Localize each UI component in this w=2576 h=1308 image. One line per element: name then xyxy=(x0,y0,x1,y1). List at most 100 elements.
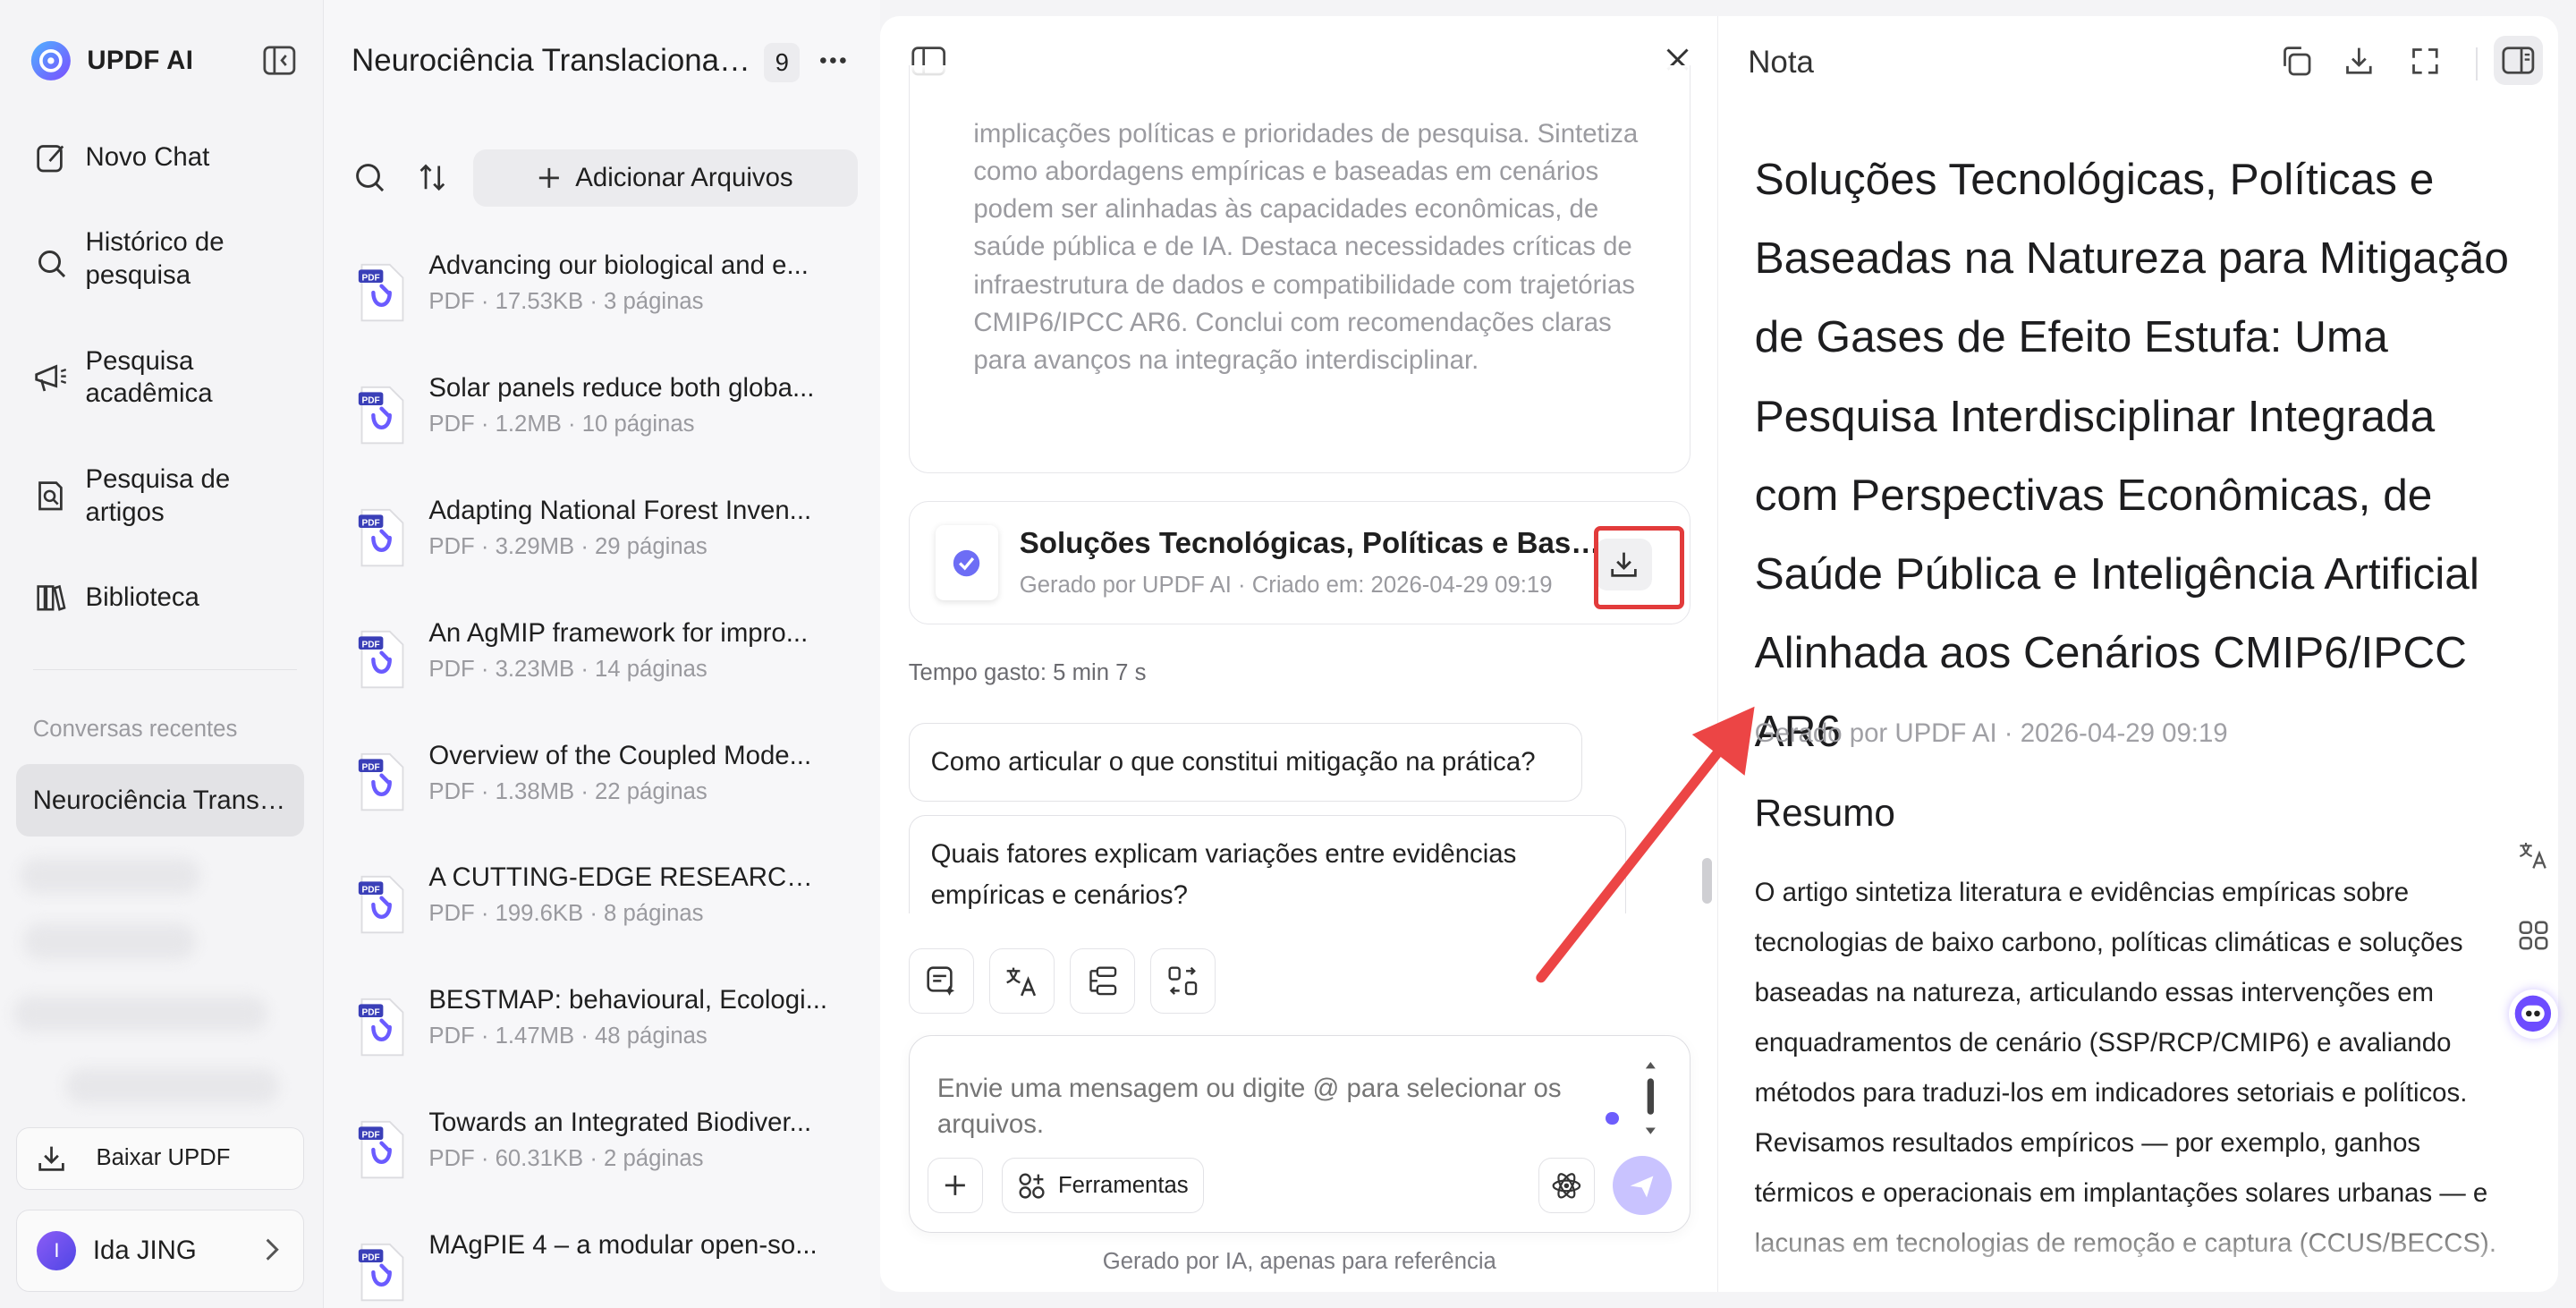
copy-icon[interactable] xyxy=(2280,45,2313,78)
download-icon[interactable] xyxy=(2343,45,2376,78)
toolbar-divider xyxy=(2475,47,2478,81)
pdf-file-icon: PDF xyxy=(357,875,406,934)
document-thumbnail xyxy=(936,524,998,601)
svg-text:PDF: PDF xyxy=(361,762,379,772)
message-input[interactable] xyxy=(936,1070,1628,1150)
brand[interactable]: UPDF AI xyxy=(30,39,193,82)
svg-text:PDF: PDF xyxy=(361,1253,379,1262)
user-account-button[interactable]: I Ida JING xyxy=(16,1209,304,1292)
note-section-heading: Resumo xyxy=(1754,792,1895,835)
add-files-button[interactable]: Adicionar Arquivos xyxy=(472,149,858,208)
svg-text:PDF: PDF xyxy=(361,395,379,405)
user-name: Ida JING xyxy=(92,1235,197,1265)
tools-button[interactable]: Ferramentas xyxy=(1001,1158,1205,1214)
file-meta: PDF · 1.38MB · 22 páginas xyxy=(428,778,708,804)
file-meta: PDF · 17.53KB · 3 páginas xyxy=(428,289,704,315)
send-icon xyxy=(1630,1176,1654,1198)
file-name: A CUTTING-EDGE RESEARCH O... xyxy=(428,862,832,893)
ai-assistant-float-button[interactable] xyxy=(2508,989,2558,1039)
generated-document-title: Soluções Tecnológicas, Políticas e Basea… xyxy=(1019,526,1608,560)
pdf-file-icon: PDF xyxy=(357,630,406,689)
sort-icon[interactable] xyxy=(416,161,449,194)
file-name: Towards an Integrated Biodiver... xyxy=(428,1108,812,1138)
file-list-item[interactable]: PDF Adapting National Forest Inven... PDF … xyxy=(357,495,850,593)
recent-conversation-blurred[interactable] xyxy=(65,1067,280,1105)
file-name: Overview of the Coupled Mode... xyxy=(428,740,812,770)
updf-logo-icon xyxy=(30,39,72,82)
note-meta: Gerado por UPDF AI · 2026-04-29 09:19 xyxy=(1754,718,2228,748)
file-list-item[interactable]: PDF Overview of the Coupled Mode... PDF · … xyxy=(357,740,850,838)
file-meta: PDF · 1.47MB · 48 páginas xyxy=(428,1023,708,1049)
recent-conversation-blurred[interactable] xyxy=(22,923,196,960)
file-list-item[interactable]: PDF BESTMAP: behavioural, Ecologi... PDF ·… xyxy=(357,984,850,1083)
recent-conversation-blurred[interactable] xyxy=(20,857,201,895)
files-count-badge: 9 xyxy=(764,42,801,82)
document-search-icon xyxy=(33,478,69,514)
recent-conversation-blurred[interactable] xyxy=(13,996,268,1032)
search-icon[interactable] xyxy=(353,161,386,194)
file-list-item[interactable]: PDF Towards an Integrated Biodiver... PDF … xyxy=(357,1107,850,1205)
summarize-tool-button[interactable] xyxy=(908,947,975,1015)
megaphone-icon xyxy=(33,360,69,395)
suggested-question[interactable]: Quais fatores explicam variações entre e… xyxy=(908,814,1627,914)
files-panel-title: Neurociência Translacional ... xyxy=(352,42,755,78)
fade-overlay xyxy=(1718,1199,2558,1292)
generated-document-card[interactable]: Soluções Tecnológicas, Políticas e Basea… xyxy=(908,501,1690,624)
compare-tool-button[interactable] xyxy=(1149,947,1216,1015)
nav-academic-search[interactable]: Pesquisa acadêmica xyxy=(33,345,312,411)
plus-icon xyxy=(538,166,561,190)
file-list-item[interactable]: PDF An AgMIP framework for impro... PDF · … xyxy=(357,617,850,716)
brand-name: UPDF AI xyxy=(87,45,194,75)
deep-thinking-button[interactable] xyxy=(1538,1158,1595,1214)
apps-float-button[interactable] xyxy=(2508,910,2558,960)
compare-icon xyxy=(1168,966,1198,996)
file-meta: PDF · 3.23MB · 14 páginas xyxy=(428,656,708,682)
svg-text:PDF: PDF xyxy=(361,641,379,650)
file-list-item[interactable]: PDF A CUTTING-EDGE RESEARCH O... PDF · 199… xyxy=(357,862,850,960)
svg-text:PDF: PDF xyxy=(361,1007,379,1017)
file-meta: PDF · 3.29MB · 29 páginas xyxy=(428,533,708,559)
attach-button[interactable] xyxy=(927,1158,984,1214)
sidebar-divider xyxy=(32,668,298,671)
summarize-icon xyxy=(927,966,955,997)
file-name: Advancing our biological and e... xyxy=(428,251,809,281)
nav-library[interactable]: Biblioteca xyxy=(33,582,312,616)
expand-icon[interactable] xyxy=(2409,45,2442,78)
file-name: MAgPIE 4 – a modular open-so... xyxy=(428,1229,818,1260)
outline-tool-button[interactable] xyxy=(1069,947,1136,1015)
file-name: An AgMIP framework for impro... xyxy=(428,617,809,648)
nav-article-search-label: Pesquisa de artigos xyxy=(85,463,231,527)
translate-float-button[interactable] xyxy=(2508,829,2558,879)
download-document-button[interactable] xyxy=(1596,538,1652,591)
atom-icon xyxy=(1552,1173,1581,1199)
file-list-item[interactable]: PDF Advancing our biological and e... PDF … xyxy=(357,250,850,348)
download-updf-button[interactable]: Baixar UPDF xyxy=(16,1126,304,1190)
file-meta: PDF · 1.2MB · 10 páginas xyxy=(428,412,695,437)
chat-scrollbar[interactable] xyxy=(1701,857,1712,905)
nav-new-chat[interactable]: Novo Chat xyxy=(33,141,312,176)
file-list-item[interactable]: PDF Solar panels reduce both globa... PDF … xyxy=(357,372,850,471)
translate-tool-button[interactable] xyxy=(988,947,1055,1015)
generated-document-meta: Gerado por UPDF AI · Criado em: 2026-04-… xyxy=(1019,573,1553,599)
send-button[interactable] xyxy=(1612,1156,1672,1216)
tools-icon xyxy=(1019,1173,1045,1199)
pdf-file-icon: PDF xyxy=(357,386,406,445)
fade-overlay xyxy=(909,65,1690,125)
more-options-icon[interactable] xyxy=(817,46,850,75)
suggested-question[interactable]: Como articular o que constitui mitigação… xyxy=(908,723,1582,803)
file-list-item[interactable]: PDF MAgPIE 4 – a modular open-so... xyxy=(357,1229,850,1308)
plus-icon xyxy=(945,1176,966,1196)
sidebar-collapse-icon[interactable] xyxy=(261,43,297,79)
note-panel-toggle[interactable] xyxy=(2494,36,2544,86)
nav-search-history-label: Histórico de pesquisa xyxy=(85,227,225,291)
note-document-title: Soluções Tecnológicas, Políticas e Basea… xyxy=(1754,154,2509,757)
nav-search-history[interactable]: Histórico de pesquisa xyxy=(33,226,312,292)
check-badge-icon xyxy=(953,549,980,576)
nav-library-label: Biblioteca xyxy=(85,582,199,613)
recent-conversation-active[interactable]: Neurociência Translacional ... xyxy=(16,764,304,837)
nav-article-search[interactable]: Pesquisa de artigos xyxy=(33,463,312,529)
download-icon xyxy=(1611,553,1637,578)
pdf-file-icon: PDF xyxy=(357,998,406,1057)
apps-icon xyxy=(2519,921,2548,950)
composer-scrollbar[interactable] xyxy=(1644,1062,1657,1135)
